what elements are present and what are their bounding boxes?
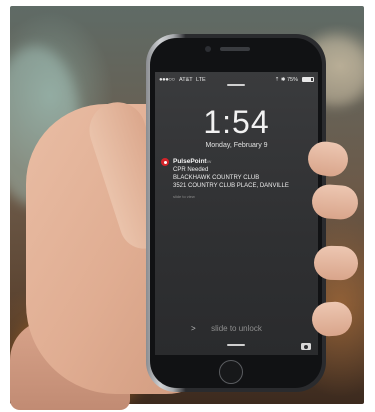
notification-title: CPR Needed: [173, 167, 209, 173]
control-center-grabber[interactable]: [227, 344, 245, 346]
finger-middle: [310, 183, 360, 221]
signal-strength: ●●●○○: [159, 77, 175, 83]
battery-level: [303, 78, 311, 81]
notification-app-name: PulsePoint: [173, 158, 207, 165]
lock-screen[interactable]: ●●●○○ AT&T LTE ⇡ ✱ 75% 1:54 Monday, Febr…: [155, 72, 318, 355]
home-button[interactable]: [219, 360, 243, 384]
pulsepoint-icon: [161, 158, 169, 166]
notification-time: now: [203, 159, 212, 164]
slide-to-unlock[interactable]: slide to unlock: [155, 324, 318, 333]
front-camera: [205, 46, 211, 52]
notification-location: BLACKHAWK COUNTRY CLUB: [173, 175, 260, 181]
notification-center-grabber[interactable]: [227, 84, 245, 86]
camera-icon[interactable]: [301, 343, 311, 350]
network-label: LTE: [196, 77, 206, 83]
carrier-label: AT&T: [179, 77, 193, 83]
status-right: ⇡ ✱ 75%: [274, 77, 298, 83]
lock-date: Monday, February 9: [205, 142, 268, 149]
notification-address: 3521 COUNTRY CLUB PLACE, DANVILLE: [173, 183, 289, 189]
finger-ring: [313, 245, 359, 281]
lock-clock: 1:54: [203, 104, 270, 140]
battery-icon: [302, 77, 314, 82]
earpiece-speaker: [220, 47, 250, 51]
notification-hint: slide to view: [173, 194, 195, 199]
